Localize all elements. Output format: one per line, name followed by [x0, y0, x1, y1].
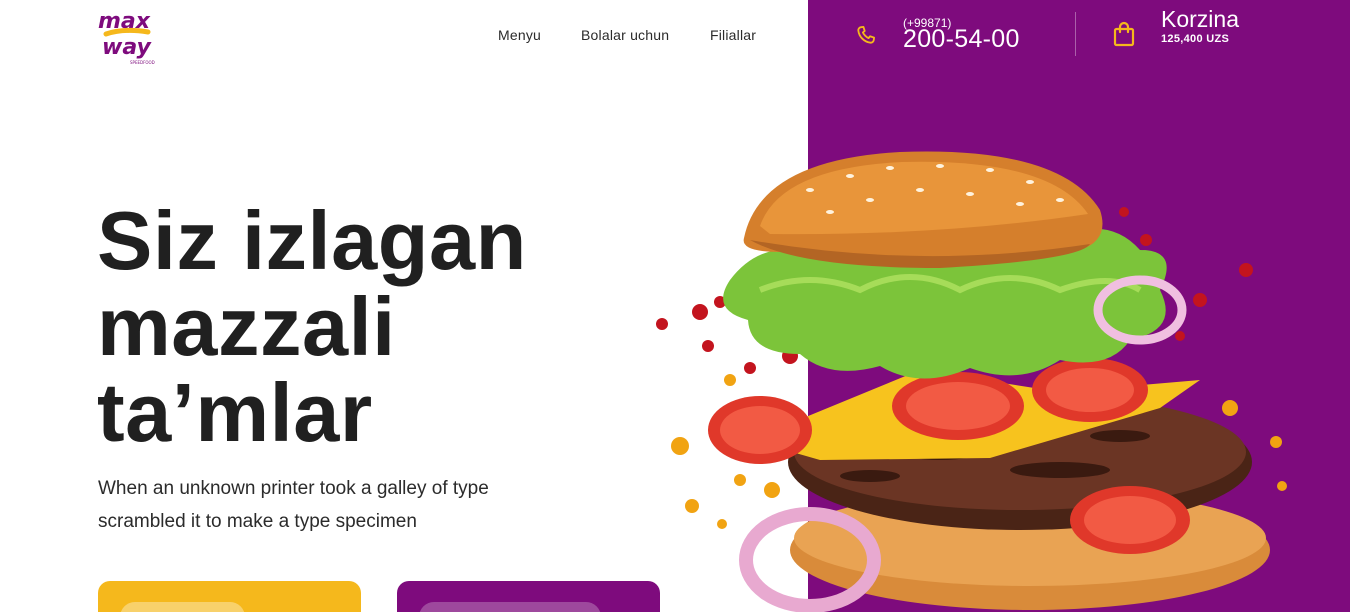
promo-card-purple[interactable] [397, 581, 660, 612]
nav-link-bolalar-uchun[interactable]: Bolalar uchun [581, 27, 669, 43]
header-divider [1075, 12, 1076, 56]
logo-tagline: SPEEDFOOD [130, 60, 155, 65]
promo-card-pill [120, 602, 245, 612]
shopping-bag-icon[interactable] [1113, 21, 1135, 47]
cart-label[interactable]: Korzina [1161, 6, 1239, 33]
nav-link-menyu[interactable]: Menyu [498, 27, 541, 43]
promo-card-pill [419, 602, 601, 612]
hero-description: When an unknown printer took a galley of… [98, 478, 489, 532]
burger-image [640, 140, 1300, 612]
hero-title-line-2: mazzali [97, 280, 396, 373]
hero-title-line-3: ta’mlar [97, 366, 373, 459]
landing-page: max way SPEEDFOOD Menyu Bolalar uchun Fi… [0, 0, 1350, 612]
logo-line-2: way [102, 35, 152, 60]
phone-icon[interactable] [855, 24, 877, 46]
promo-card-yellow[interactable] [98, 581, 361, 612]
phone-number[interactable]: 200-54-00 [903, 25, 1020, 54]
nav-link-filiallar[interactable]: Filiallar [710, 27, 756, 43]
cart-total: 125,400 UZS [1161, 33, 1230, 45]
hero-title-line-1: Siz izlagan [97, 194, 527, 287]
hero-title: Siz izlagan mazzali ta’mlar [97, 198, 617, 456]
maxway-logo[interactable]: max way SPEEDFOOD [96, 4, 156, 66]
